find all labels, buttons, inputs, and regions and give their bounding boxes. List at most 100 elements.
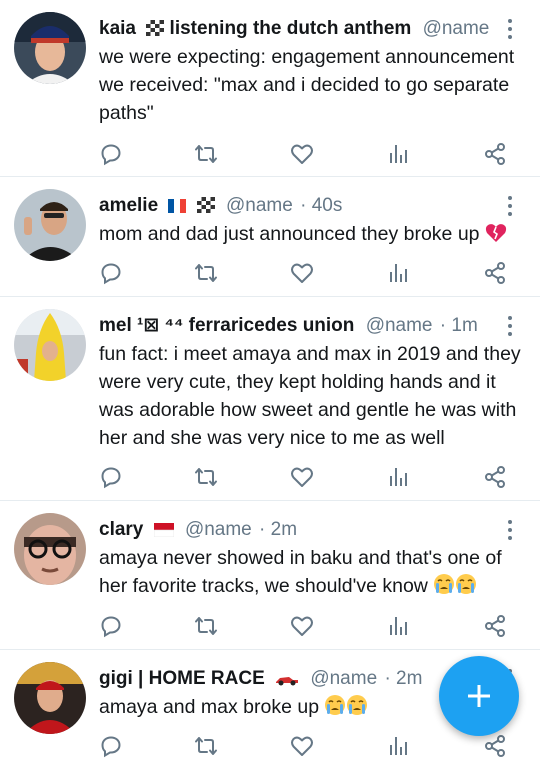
like-button[interactable]	[290, 614, 314, 638]
like-icon	[290, 614, 314, 638]
share-icon	[483, 142, 507, 166]
avatar[interactable]	[14, 189, 86, 261]
retweet-button[interactable]	[194, 465, 218, 489]
tweet-text: mom and dad just announced they broke up	[99, 220, 529, 251]
stats-icon	[386, 261, 410, 285]
tweet-header: amelie @name · 40s	[99, 192, 496, 220]
text-line: paths"	[99, 102, 154, 124]
share-icon	[483, 465, 507, 489]
more-icon[interactable]	[500, 314, 520, 338]
text-line: was adorable how sweet and gentle he was…	[99, 399, 517, 421]
share-icon	[483, 734, 507, 758]
like-icon	[290, 261, 314, 285]
like-icon	[290, 142, 314, 166]
display-name-suffix: listening the dutch anthem	[169, 18, 412, 39]
retweet-button[interactable]	[194, 734, 218, 758]
text-line: fun fact: i meet amaya and max in 2019 a…	[99, 343, 521, 365]
retweet-button[interactable]	[194, 614, 218, 638]
avatar[interactable]	[14, 309, 86, 381]
retweet-icon	[194, 142, 218, 166]
reply-icon	[99, 614, 123, 638]
view-stats-button[interactable]	[386, 614, 410, 638]
stats-icon	[386, 734, 410, 758]
stats-icon	[386, 142, 410, 166]
checkered-flag-icon	[196, 194, 215, 220]
reply-button[interactable]	[99, 734, 123, 758]
tweet[interactable]: mel ¹⊠ ⁴⁴ ferraricedes union @name · 1m …	[0, 297, 540, 501]
handle: @name	[365, 315, 433, 336]
retweet-button[interactable]	[194, 261, 218, 285]
tweet[interactable]: clary @name · 2m amaya never showed in b…	[0, 501, 540, 650]
share-icon	[483, 261, 507, 285]
share-button[interactable]	[483, 261, 507, 285]
tweet-actions	[0, 614, 540, 638]
share-button[interactable]	[483, 734, 507, 758]
text-line: amaya and max broke up	[99, 696, 320, 718]
display-name[interactable]: mel ¹⊠ ⁴⁴ ferraricedes union	[99, 315, 354, 336]
reply-icon	[99, 734, 123, 758]
view-stats-button[interactable]	[386, 261, 410, 285]
text-line: we were expecting: engagement announceme…	[99, 46, 515, 68]
compose-tweet-button[interactable]	[439, 656, 519, 736]
crying-face-icon	[433, 573, 477, 603]
tweet-actions	[0, 142, 540, 166]
text-line: amaya never showed in baku and that's on…	[99, 547, 502, 569]
handle: @name	[310, 668, 378, 689]
avatar[interactable]	[14, 513, 86, 585]
more-icon[interactable]	[500, 518, 520, 542]
retweet-button[interactable]	[194, 142, 218, 166]
reply-button[interactable]	[99, 465, 123, 489]
reply-button[interactable]	[99, 614, 123, 638]
share-icon	[483, 614, 507, 638]
text-line: mom and dad just announced they broke up	[99, 223, 480, 245]
avatar[interactable]	[14, 12, 86, 84]
tweet-text: fun fact: i meet amaya and max in 2019 a…	[99, 340, 529, 452]
like-button[interactable]	[290, 142, 314, 166]
tweet-actions	[0, 465, 540, 489]
text-line: we received: "max and i decided to go se…	[99, 74, 510, 96]
view-stats-button[interactable]	[386, 142, 410, 166]
compose-icon	[468, 685, 490, 707]
timestamp: · 1m	[439, 315, 478, 336]
broken-heart-icon	[485, 223, 507, 251]
view-stats-button[interactable]	[386, 465, 410, 489]
handle: @name	[226, 195, 293, 216]
checkered-flag-icon	[146, 17, 165, 43]
stats-icon	[386, 614, 410, 638]
display-name[interactable]: kaia	[99, 18, 136, 39]
text-line: were very cute, they kept holding hands …	[99, 371, 496, 393]
tweet-text: amaya never showed in baku and that's on…	[99, 544, 529, 603]
tweet[interactable]: amelie @name · 40s mom and dad just anno…	[0, 177, 540, 297]
retweet-icon	[194, 614, 218, 638]
text-line: her and she was very nice to me as well	[99, 427, 445, 449]
reply-icon	[99, 142, 123, 166]
handle: @name ...	[422, 18, 496, 39]
tweet-header: mel ¹⊠ ⁴⁴ ferraricedes union @name · 1m	[99, 312, 496, 340]
display-name[interactable]: gigi | HOME RACE	[99, 668, 265, 689]
retweet-icon	[194, 465, 218, 489]
like-icon	[290, 734, 314, 758]
display-name[interactable]: clary	[99, 519, 143, 540]
more-icon[interactable]	[500, 17, 520, 41]
like-button[interactable]	[290, 465, 314, 489]
view-stats-button[interactable]	[386, 734, 410, 758]
share-button[interactable]	[483, 465, 507, 489]
reply-button[interactable]	[99, 261, 123, 285]
retweet-icon	[194, 261, 218, 285]
like-icon	[290, 465, 314, 489]
tweet[interactable]: kaia listening the dutch anthem @name ..…	[0, 0, 540, 177]
like-button[interactable]	[290, 734, 314, 758]
display-name[interactable]: amelie	[99, 195, 158, 216]
retweet-icon	[194, 734, 218, 758]
handle: @name	[184, 519, 252, 540]
tweet-header: clary @name · 2m	[99, 516, 496, 544]
share-button[interactable]	[483, 614, 507, 638]
text-line: her favorite tracks, we should've know	[99, 575, 428, 597]
avatar[interactable]	[14, 662, 86, 734]
more-icon[interactable]	[500, 194, 520, 218]
share-button[interactable]	[483, 142, 507, 166]
reply-button[interactable]	[99, 142, 123, 166]
race-car-icon	[275, 667, 299, 693]
like-button[interactable]	[290, 261, 314, 285]
reply-icon	[99, 465, 123, 489]
